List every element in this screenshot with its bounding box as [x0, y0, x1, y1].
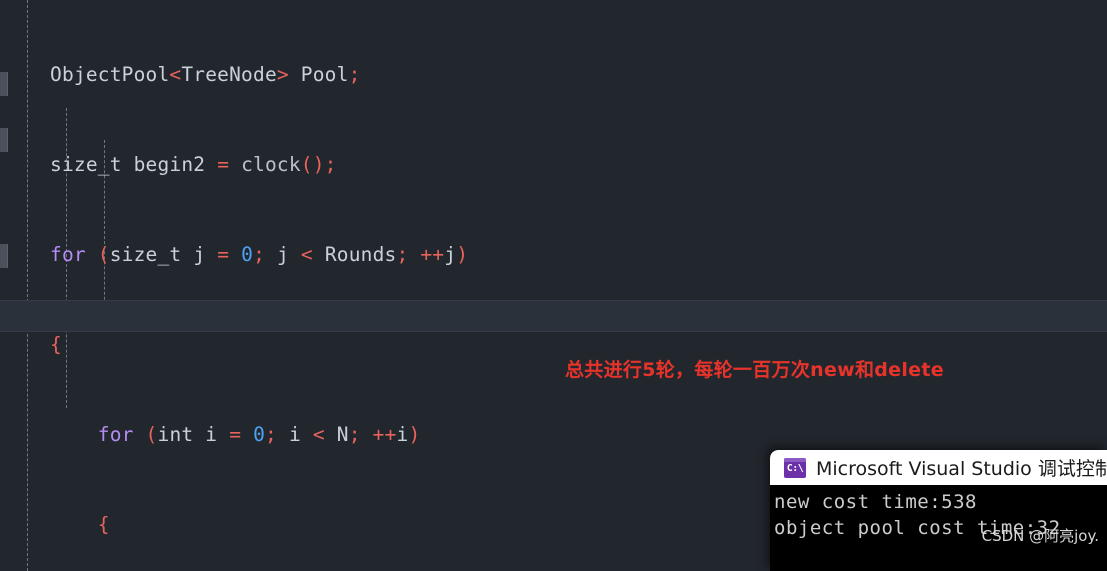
- console-icon-glyph: C:\: [786, 463, 804, 474]
- csdn-watermark: CSDN @阿亮joy.: [981, 527, 1099, 545]
- console-output: new cost time:538 object pool cost time:…: [770, 485, 1107, 571]
- console-window[interactable]: C:\ Microsoft Visual Studio 调试控制台 new co…: [770, 450, 1107, 571]
- console-titlebar[interactable]: C:\ Microsoft Visual Studio 调试控制台: [770, 450, 1107, 485]
- code-line[interactable]: for (int i = 0; i < N; ++i): [0, 420, 1107, 450]
- console-output-line: new cost time:538: [774, 491, 977, 513]
- code-line[interactable]: for (size_t j = 0; j < Rounds; ++j): [0, 240, 1107, 270]
- code-line[interactable]: size_t begin2 = clock();: [0, 150, 1107, 180]
- code-editor[interactable]: ObjectPool<TreeNode> Pool; size_t begin2…: [0, 0, 1107, 571]
- red-annotation-text: 总共进行5轮，每轮一百万次new和delete: [565, 359, 944, 381]
- console-title: Microsoft Visual Studio 调试控制台: [816, 458, 1107, 480]
- cmd-console-icon: C:\: [784, 457, 806, 478]
- code-line[interactable]: ObjectPool<TreeNode> Pool;: [0, 60, 1107, 90]
